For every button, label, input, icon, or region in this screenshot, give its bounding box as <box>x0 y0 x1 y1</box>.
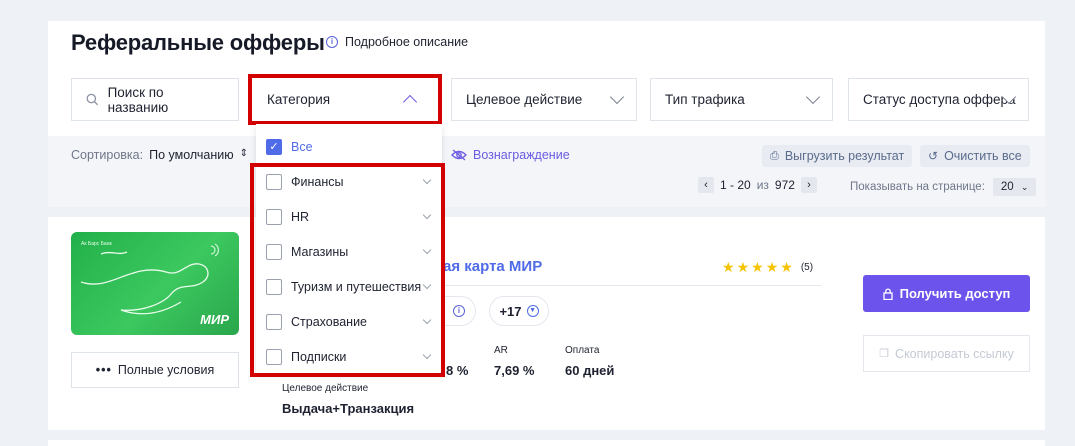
eye-off-icon <box>451 149 467 161</box>
description-link-label: Подробное описание <box>345 35 469 49</box>
copy-link-button[interactable]: ❐ Скопировать ссылку <box>863 335 1030 372</box>
export-label: Выгрузить результат <box>784 149 905 163</box>
description-link[interactable]: i Подробное описание <box>326 35 468 49</box>
next-page-button[interactable]: › <box>800 177 817 193</box>
info-icon: i <box>326 36 338 48</box>
sort-value: По умолчанию <box>149 148 234 162</box>
export-button[interactable]: ⎙ Выгрузить результат <box>762 145 913 167</box>
info-tag[interactable]: i <box>443 296 476 326</box>
info-icon: i <box>453 305 465 317</box>
traffic-type-select[interactable]: Тип трафика <box>650 78 833 121</box>
star-icon: ★ <box>736 259 750 275</box>
star-icon: ★ <box>751 259 764 275</box>
export-icon: ⎙ <box>770 149 779 162</box>
divider <box>443 285 821 286</box>
traffic-sources-tag[interactable]: +17 ▼ <box>489 296 549 326</box>
category-option-label: Все <box>291 140 313 154</box>
clear-all-button[interactable]: ↺ Очистить все <box>920 145 1030 167</box>
sort-arrows-icon: ⇕ <box>239 148 249 159</box>
target-action-label: Целевое действие <box>282 383 369 394</box>
page-title: Реферальные офферы <box>71 30 325 55</box>
reward-toggle[interactable]: Вознаграждение <box>451 148 570 162</box>
search-placeholder: Поиск по названию <box>107 84 169 115</box>
clear-all-label: Очистить все <box>944 149 1022 163</box>
page-of: из <box>756 178 769 192</box>
rating-count: (5) <box>800 262 814 273</box>
options-highlight-frame <box>250 163 445 377</box>
ar-label: AR <box>494 345 508 356</box>
sort-label: Сортировка: <box>71 148 144 162</box>
pagination: ‹ 1 - 20 из 972 › <box>698 177 817 193</box>
payment-value: 60 дней <box>565 363 615 378</box>
copy-icon: ❐ <box>879 348 890 360</box>
more-dots-icon: ••• <box>95 363 112 377</box>
chevron-down-icon <box>805 89 821 105</box>
category-highlight-frame <box>248 74 442 125</box>
ar-value: 7,69 % <box>494 363 535 378</box>
target-action-value: Выдача+Транзакция <box>282 401 415 416</box>
card-brand: МИР <box>200 312 229 327</box>
cr-value: 8 % <box>446 363 469 378</box>
traffic-sources-count: +17 <box>499 303 522 319</box>
traffic-type-label: Тип трафика <box>665 92 745 107</box>
star-icon: ★ <box>765 259 779 275</box>
star-icon: ★ <box>722 259 735 275</box>
offer-card-image: Ак Барс Банк МИР <box>71 232 239 335</box>
chevron-circle-icon: ▼ <box>526 305 539 317</box>
star-icon: ★ <box>780 259 793 275</box>
per-page-select[interactable]: 20 ⌄ <box>992 178 1037 196</box>
chevron-down-icon <box>609 89 625 105</box>
chevron-down-icon: ⌄ <box>1020 182 1029 192</box>
checkbox-checked-icon[interactable]: ✓ <box>266 139 282 155</box>
full-terms-button[interactable]: ••• Полные условия <box>71 352 239 388</box>
get-access-button[interactable]: Получить доступ <box>863 275 1030 312</box>
copy-link-label: Скопировать ссылку <box>895 346 1014 361</box>
lock-icon <box>882 287 893 300</box>
category-option-all[interactable]: ✓ Все <box>266 137 434 157</box>
prev-page-button[interactable]: ‹ <box>698 177 714 193</box>
sort-control[interactable]: Сортировка: По умолчанию ⇕ <box>71 148 248 162</box>
next-card <box>48 440 1045 446</box>
search-icon <box>86 93 99 106</box>
reset-icon: ↺ <box>928 149 939 163</box>
access-status-label: Статус доступа оффера <box>863 92 1016 107</box>
search-input[interactable]: Поиск по названию <box>71 78 239 121</box>
per-page-label: Показывать на странице: <box>850 181 985 193</box>
full-terms-label: Полные условия <box>117 363 215 377</box>
page-total: 972 <box>774 178 795 192</box>
per-page-control: Показывать на странице: 20 ⌄ <box>850 178 1037 196</box>
access-status-select[interactable]: Статус доступа оффера <box>848 78 1029 121</box>
offer-title[interactable]: ая карта МИР <box>443 258 542 275</box>
get-access-label: Получить доступ <box>899 286 1011 301</box>
target-action-label: Целевое действие <box>466 92 583 107</box>
rating: ★ ★ ★ ★ ★ (5) <box>722 259 813 276</box>
target-action-select[interactable]: Целевое действие <box>451 78 637 121</box>
per-page-value: 20 <box>1000 181 1014 193</box>
reward-label: Вознаграждение <box>473 148 570 162</box>
payment-label: Оплата <box>565 345 600 356</box>
page-range: 1 - 20 <box>720 178 751 192</box>
